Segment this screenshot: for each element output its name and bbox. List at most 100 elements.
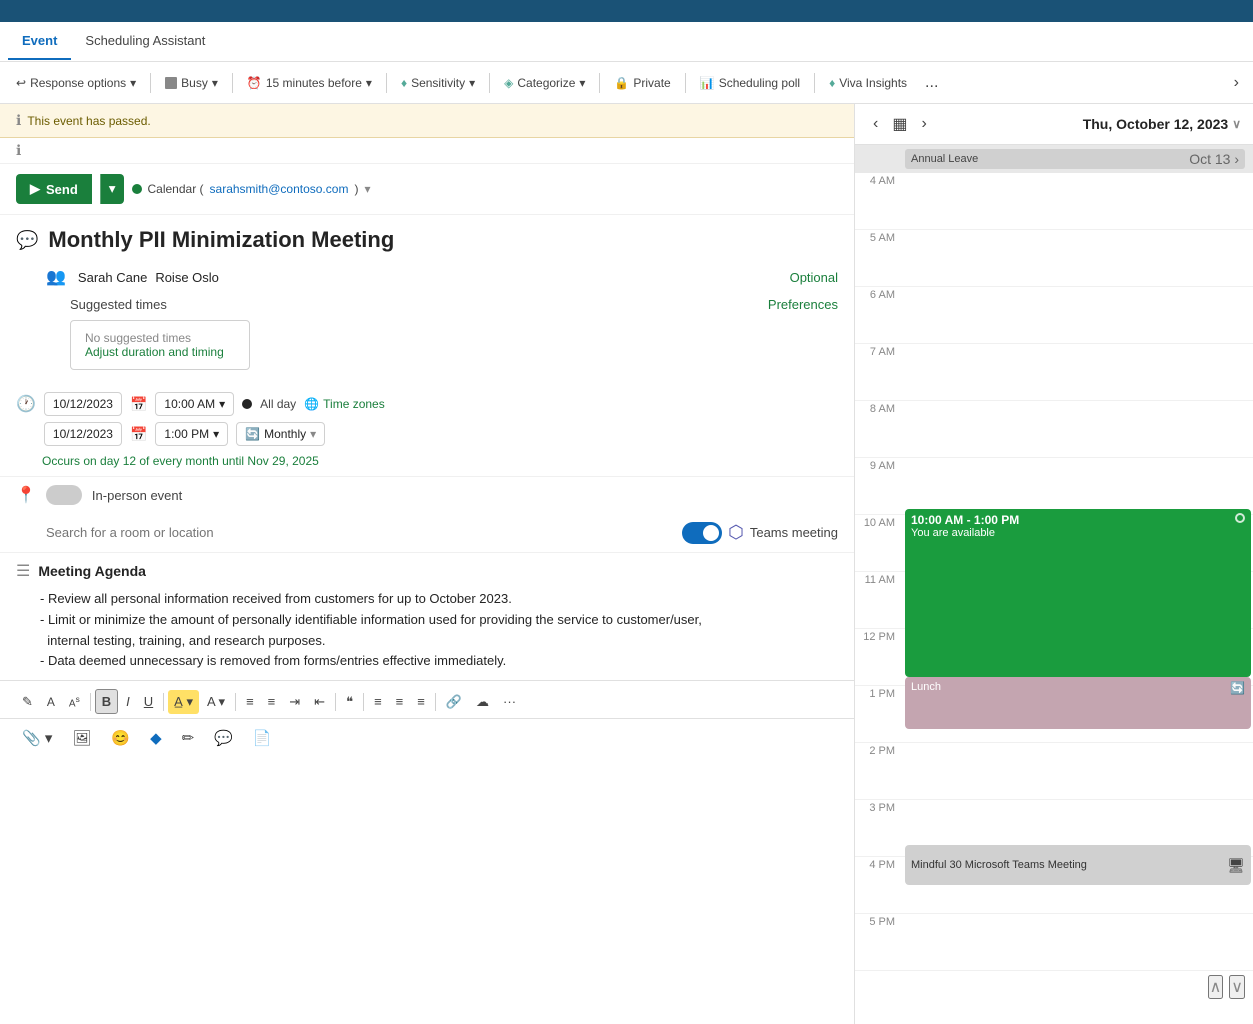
end-time-input[interactable]: 1:00 PM ▾ [155, 422, 228, 446]
sensitivity-btn[interactable]: ♦ Sensitivity ▾ [393, 72, 483, 94]
bullets-btn[interactable]: ≡ [262, 690, 282, 713]
link-btn[interactable]: 🔗 [440, 690, 468, 714]
info-icon: ℹ [16, 112, 21, 129]
cal-prev-btn[interactable]: ‹ [867, 113, 884, 135]
teams-toggle-track[interactable] [682, 522, 722, 544]
cal-next-btn[interactable]: › [915, 113, 932, 135]
location-search-input[interactable] [46, 521, 672, 544]
draw-btn[interactable]: ✏ [176, 725, 201, 751]
tab-scheduling-assistant[interactable]: Scheduling Assistant [71, 23, 219, 60]
timezone-link[interactable]: 🌐 Time zones [304, 397, 385, 411]
inperson-toggle[interactable] [46, 485, 82, 505]
viva-insights-btn[interactable]: ♦ Viva Insights [821, 72, 915, 94]
editor-attach-bar: 📎 ▾ 🖼 😊 ◆ ✏ 💬 📄 [0, 718, 854, 757]
event-info-bar2: ℹ [0, 138, 854, 164]
scheduling-poll-btn[interactable]: 📊 Scheduling poll [692, 72, 808, 94]
time-label-4am: 4 AM [855, 173, 903, 187]
sensitivity2-btn[interactable]: ☁ [470, 690, 495, 714]
align-center-btn[interactable]: ≡ [390, 690, 410, 713]
start-time-input[interactable]: 10:00 AM ▾ [155, 392, 234, 416]
send-dropdown-btn[interactable]: ▾ [100, 174, 124, 204]
body-content[interactable]: - Review all personal information receiv… [16, 589, 838, 672]
align-left-btn[interactable]: ≡ [240, 690, 260, 713]
reminder-btn[interactable]: ⏰ 15 minutes before ▾ [239, 72, 380, 94]
italic-btn[interactable]: I [120, 690, 136, 713]
separator [232, 73, 233, 93]
send-button[interactable]: ▶ Send [16, 174, 92, 204]
quote-btn[interactable]: ❝ [340, 690, 359, 714]
time-label-5pm: 5 PM [855, 914, 903, 928]
emoji-btn[interactable]: 😊 [105, 725, 136, 751]
optional-link[interactable]: Optional [790, 270, 838, 285]
underline-btn[interactable]: U [138, 690, 159, 713]
mindful-event-block[interactable]: Mindful 30 Microsoft Teams Meeting 🖥 [905, 845, 1251, 885]
tab-event[interactable]: Event [8, 23, 71, 60]
outdent-btn[interactable]: ⇤ [308, 690, 331, 714]
body-title: Meeting Agenda [38, 563, 146, 579]
private-btn[interactable]: 🔒 Private [606, 72, 678, 94]
more-format-btn[interactable]: ··· [497, 690, 522, 713]
font-color-btn[interactable]: A ▾ [201, 690, 231, 714]
bold-btn[interactable]: B [95, 689, 118, 714]
suggested-times-section: Suggested times Preferences No suggested… [46, 289, 838, 378]
separator [599, 73, 600, 93]
date-chevron-icon: ∨ [1232, 117, 1241, 131]
all-day-arrow-icon[interactable]: Oct 13 › [1189, 151, 1239, 167]
end-date-input[interactable]: 10/12/2023 [44, 422, 122, 446]
clock-icon: 🕐 [16, 394, 36, 414]
send-area: ▶ Send ▾ Calendar ( sarahsmith@contoso.c… [0, 164, 854, 215]
more-options-btn[interactable]: ... [919, 70, 944, 96]
attendee-1[interactable]: Roise Oslo [155, 270, 219, 285]
attach-file-btn[interactable]: 📎 ▾ [16, 725, 58, 751]
main-layout: ℹ This event has passed. ℹ ▶ Send ▾ Cale… [0, 104, 1253, 1024]
calendar-prefix: Calendar ( [148, 182, 204, 196]
indent-btn[interactable]: ⇥ [283, 690, 306, 714]
calendar-date-title[interactable]: Thu, October 12, 2023 ∨ [1083, 116, 1241, 132]
categorize-btn[interactable]: ◈ Categorize ▾ [496, 72, 593, 94]
image-btn[interactable]: 🖼 [66, 725, 97, 751]
preferences-link[interactable]: Preferences [768, 297, 838, 312]
calendar-dot [132, 184, 142, 194]
busy-btn[interactable]: Busy ▾ [157, 72, 226, 94]
scroll-up-btn[interactable]: ∧ [1208, 975, 1224, 999]
right-panel: ‹ ▦ › Thu, October 12, 2023 ∨ Annual Lea… [855, 104, 1253, 1024]
lunch-event-block[interactable]: Lunch 🔄 [905, 677, 1251, 729]
all-day-event[interactable]: Annual Leave Oct 13 › [905, 149, 1245, 169]
font-size-small-btn[interactable]: As [63, 690, 86, 713]
adjust-link[interactable]: Adjust duration and timing [85, 345, 235, 359]
time-chevron-icon-2: ▾ [213, 427, 219, 441]
separator [335, 693, 336, 711]
highlight2-btn[interactable]: ◆ [144, 725, 168, 751]
font-size-btn[interactable]: A [41, 691, 61, 713]
cal-grid-btn[interactable]: ▦ [888, 112, 911, 136]
format-clear-btn[interactable]: ✎ [16, 690, 39, 714]
highlight-btn[interactable]: A̲ ▾ [168, 690, 199, 714]
chevron-icon: ▾ [579, 76, 585, 90]
recurrence-btn[interactable]: 🔄 Monthly ▾ [236, 422, 325, 446]
form-btn[interactable]: 📄 [247, 725, 278, 751]
calendar-chevron-icon[interactable]: ▾ [364, 182, 370, 196]
align-left2-btn[interactable]: ≡ [368, 690, 388, 713]
event-title-input[interactable] [48, 227, 838, 253]
response-options-btn[interactable]: ↩ Response options ▾ [8, 72, 144, 94]
main-event-block[interactable]: 10:00 AM - 1:00 PM You are available [905, 509, 1251, 677]
lock-icon: 🔒 [614, 76, 629, 90]
toggle-track[interactable] [46, 485, 82, 505]
attendee-0[interactable]: Sarah Cane [78, 270, 147, 285]
expand-btn[interactable]: › [1228, 70, 1245, 96]
event-passed-bar: ℹ This event has passed. [0, 104, 854, 138]
start-date-input[interactable]: 10/12/2023 [44, 392, 122, 416]
time-col-2pm [903, 743, 1253, 799]
loop-btn[interactable]: 💬 [208, 725, 239, 751]
event-passed-text: This event has passed. [27, 114, 150, 128]
align-right-btn[interactable]: ≡ [411, 690, 431, 713]
datetime-area: 🕐 10/12/2023 📅 10:00 AM ▾ All day 🌐 Time… [0, 384, 854, 476]
allday-label: All day [260, 397, 296, 411]
time-label-1pm: 1 PM [855, 686, 903, 700]
chevron-icon: ▾ [212, 76, 218, 90]
chevron-icon: ▾ [469, 76, 475, 90]
scroll-controls: ∧ ∨ [855, 971, 1253, 1003]
calendar-icon[interactable]: 📅 [130, 396, 147, 413]
calendar-icon-2[interactable]: 📅 [130, 426, 147, 443]
scroll-down-btn[interactable]: ∨ [1229, 975, 1245, 999]
